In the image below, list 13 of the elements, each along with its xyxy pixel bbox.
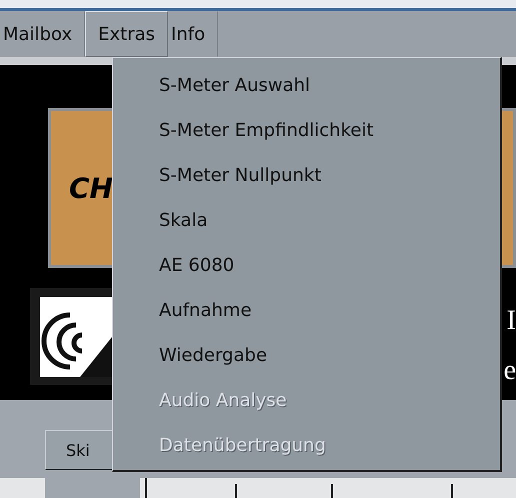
menu-entry[interactable]: S-Meter Auswahl [113, 63, 316, 108]
menu-entry[interactable]: S-Meter Nullpunkt [113, 153, 328, 198]
menu-entry[interactable]: Skala [113, 198, 214, 243]
menu-item[interactable]: Extras [85, 11, 168, 57]
side-text: e [504, 355, 516, 387]
menu-entry[interactable]: AE 6080 [113, 243, 240, 288]
tab-button[interactable]: Ski [45, 430, 113, 470]
menu-entry[interactable]: S-Meter Empfindlichkeit [113, 108, 380, 153]
side-text: I [506, 305, 516, 337]
logo-icon [40, 296, 112, 376]
menu-entry[interactable]: Aufnahme [113, 288, 258, 333]
menu-entry[interactable]: Wiedergabe [113, 333, 274, 378]
panel-label: CH [69, 172, 113, 204]
